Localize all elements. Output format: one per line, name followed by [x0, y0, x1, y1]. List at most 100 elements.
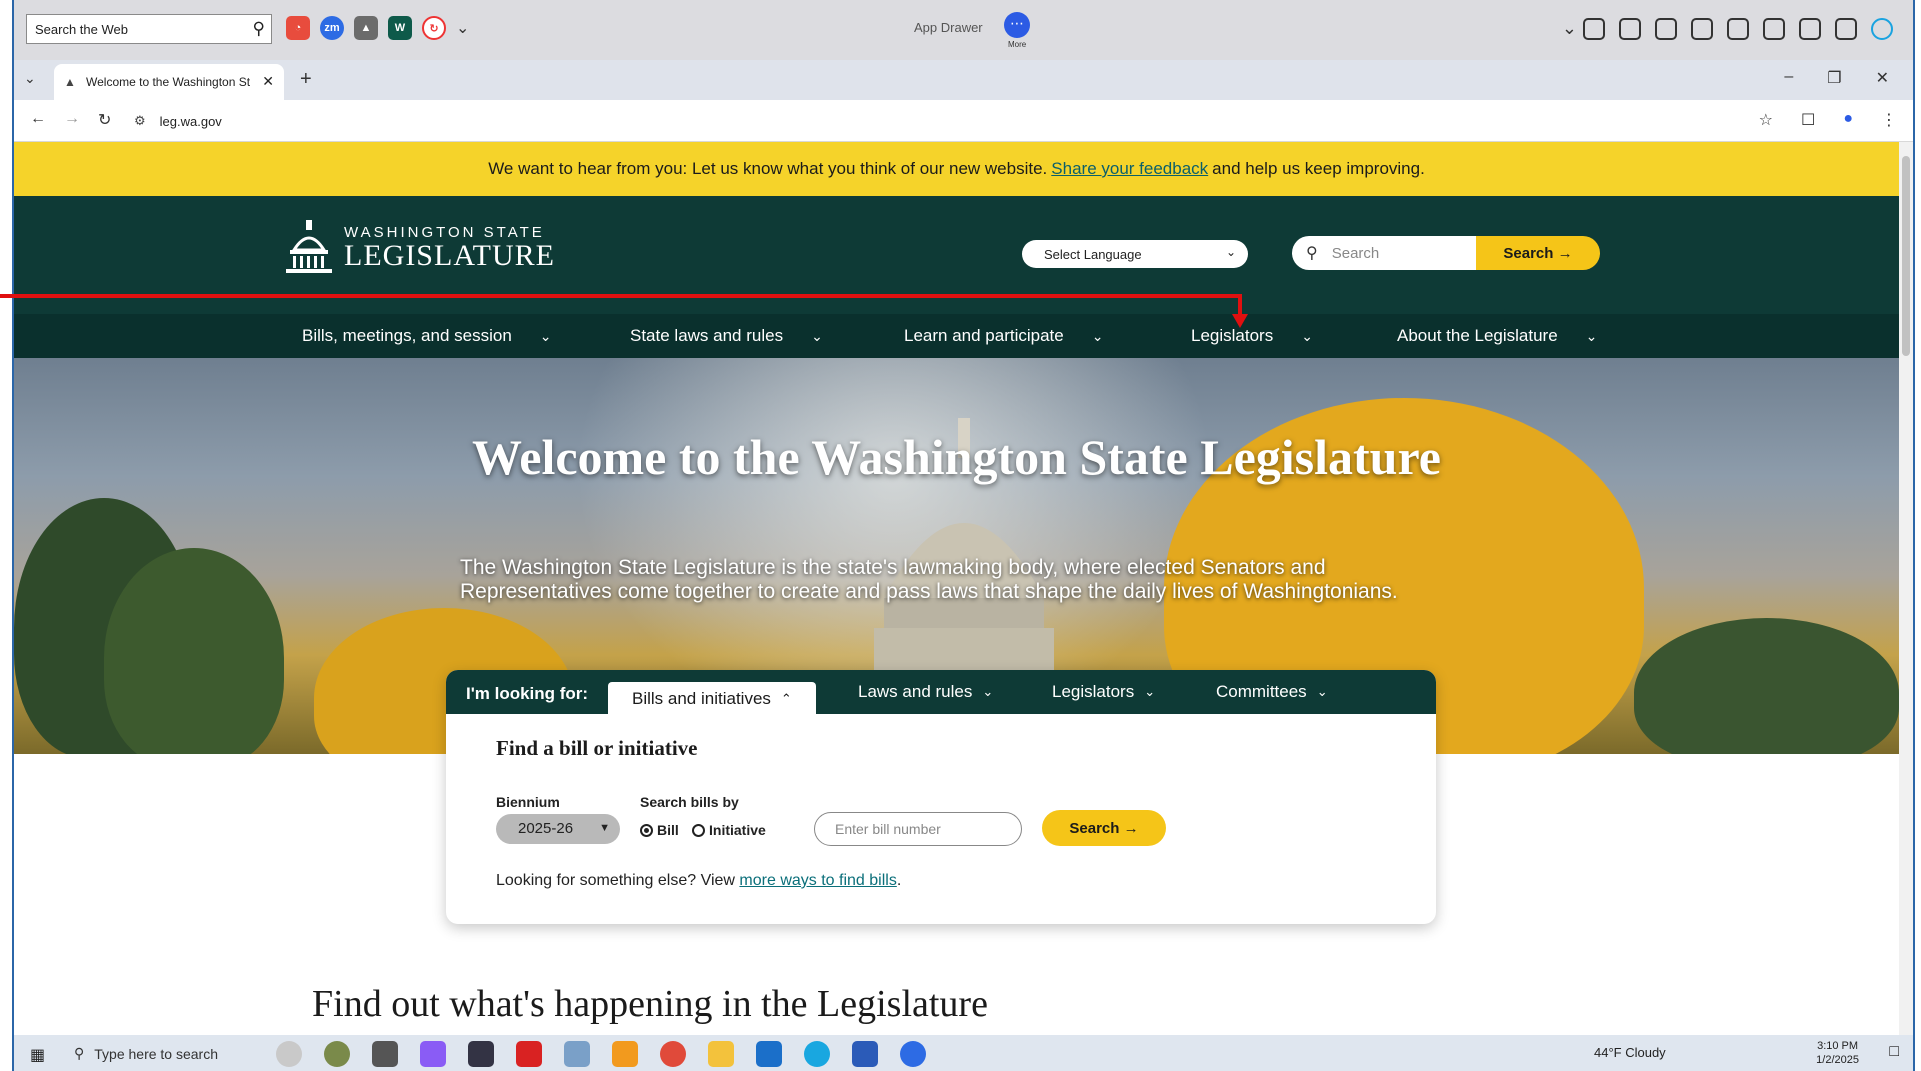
export-icon[interactable] [1691, 18, 1713, 40]
menu-circle-icon[interactable] [1835, 18, 1857, 40]
zoom-icon[interactable] [900, 1041, 926, 1067]
radio-initiative[interactable]: Initiative [692, 822, 766, 838]
nav-item-bills[interactable]: Bills, meetings, and session ⌄ [302, 326, 552, 346]
app-bar: Search the Web ⚲ ◔ zm ▲ W ↻ ⌄ App Drawer… [14, 0, 1913, 60]
weather-widget[interactable]: 44°F Cloudy [1594, 1045, 1666, 1060]
chevron-down-icon: ⌄ [1144, 684, 1156, 699]
word-icon[interactable] [852, 1041, 878, 1067]
nav-item-laws[interactable]: State laws and rules ⌄ [630, 326, 823, 346]
extensions-icon[interactable]: ☐ [1801, 110, 1815, 130]
zoom-app-icon[interactable]: zm [320, 16, 344, 40]
windows-start-icon[interactable]: ▦ [30, 1045, 45, 1065]
chevron-down-icon[interactable]: ⌄ [1562, 18, 1577, 39]
browser-tab[interactable]: ▲ Welcome to the Washington St ✕ [54, 64, 284, 100]
tab-laws-rules[interactable]: Laws and rules ⌄ [858, 682, 993, 702]
biennium-value: 2025-26 [518, 820, 574, 837]
acrobat-icon[interactable] [516, 1041, 542, 1067]
rainbow-app-icon[interactable]: ◔ [286, 16, 310, 40]
refresh-app-icon[interactable]: ↻ [422, 16, 446, 40]
more-ways-link[interactable]: more ways to find bills [739, 872, 896, 889]
radio-bill[interactable]: Bill [640, 822, 679, 838]
site-search-button[interactable]: Search → [1476, 236, 1600, 270]
radio-bill-dot[interactable] [640, 823, 653, 837]
nav-item-label: Legislators [1191, 326, 1274, 345]
outlook-icon[interactable] [756, 1041, 782, 1067]
scrollbar-thumb[interactable] [1902, 156, 1910, 356]
c-app-icon[interactable] [804, 1041, 830, 1067]
profile-icon[interactable]: ● [1843, 110, 1853, 130]
finder-heading: Find a bill or initiative [496, 736, 698, 760]
nav-item-legislators[interactable]: Legislators ⌄ [1191, 326, 1313, 346]
finder-search-button[interactable]: Search → [1042, 810, 1166, 846]
clock[interactable]: 3:10 PM 1/2/2025 [1816, 1039, 1859, 1067]
restore-icon[interactable]: ❐ [1827, 68, 1841, 88]
radio-initiative-dot[interactable] [692, 823, 705, 837]
nav-item-about[interactable]: About the Legislature ⌄ [1397, 326, 1597, 346]
site-search-placeholder: Search [1331, 244, 1380, 262]
reload-icon[interactable]: ↻ [98, 110, 111, 130]
app-drawer-label[interactable]: App Drawer [914, 20, 983, 35]
taskbar-search[interactable]: ⚲ Type here to search [74, 1045, 218, 1062]
forward-icon[interactable]: → [64, 110, 80, 128]
close-window-icon[interactable]: ✕ [1876, 68, 1889, 88]
page-scrollbar[interactable] [1899, 142, 1913, 1035]
period: . [896, 872, 902, 889]
bill-number-input[interactable]: Enter bill number [814, 812, 1022, 846]
logo-line-1: WASHINGTON STATE [344, 223, 545, 241]
chrome-icon[interactable] [660, 1041, 686, 1067]
notification-icon[interactable]: □ [1889, 1043, 1899, 1061]
zoom-in-icon[interactable] [1583, 18, 1605, 40]
taskbar-apps [276, 1041, 926, 1067]
url-field[interactable]: ⚙ leg.wa.gov [134, 106, 1774, 136]
happening-heading: Find out what's happening in the Legisla… [312, 983, 988, 1025]
language-select[interactable]: Select Language ⌄ [1022, 240, 1248, 268]
legislature-logo[interactable]: WASHINGTON STATE LEGISLATURE [284, 220, 555, 274]
chevron-down-icon[interactable]: ⌄ [456, 18, 469, 38]
vlc-icon[interactable] [612, 1041, 638, 1067]
back-icon[interactable]: ← [30, 110, 46, 128]
clock-time: 3:10 PM [1817, 1040, 1859, 1052]
site-search-input[interactable]: ⚲ Search [1292, 236, 1476, 270]
printer-icon[interactable] [1763, 18, 1785, 40]
bookmark-star-icon[interactable]: ☆ [1759, 110, 1773, 130]
tree-app-icon[interactable] [324, 1041, 350, 1067]
new-tab-icon[interactable]: + [300, 68, 312, 91]
trash-icon[interactable] [1727, 18, 1749, 40]
main-navigation: Bills, meetings, and session ⌄ State law… [14, 314, 1899, 358]
nav-item-learn[interactable]: Learn and participate ⌄ [904, 326, 1103, 346]
task-view-icon[interactable] [372, 1041, 398, 1067]
w-app-icon[interactable]: W [388, 16, 412, 40]
close-icon[interactable]: ✕ [262, 73, 274, 90]
biennium-select[interactable]: 2025-26 ▼ [496, 814, 620, 844]
hero-tree-left-2 [104, 548, 284, 754]
app-icon[interactable] [564, 1041, 590, 1067]
file-explorer-icon[interactable] [708, 1041, 734, 1067]
tab-bills-initiatives[interactable]: Bills and initiatives ⌃ [608, 682, 816, 714]
chevron-up-icon: ⌃ [780, 691, 792, 706]
feedback-text: We want to hear from you: Let us know wh… [488, 159, 1048, 178]
site-info-icon[interactable]: ⚙ [134, 113, 146, 129]
minimize-icon[interactable]: – [1784, 68, 1793, 88]
tab-committees[interactable]: Committees ⌄ [1216, 682, 1328, 702]
taskbar-search-placeholder: Type here to search [94, 1045, 219, 1062]
app-icon[interactable] [468, 1041, 494, 1067]
clipboard-icon[interactable] [1619, 18, 1641, 40]
atom-app-icon[interactable] [276, 1041, 302, 1067]
screen-border-left [0, 0, 14, 1071]
chevron-down-icon: ⌄ [1585, 327, 1598, 344]
capitol-app-icon[interactable]: ▲ [354, 16, 378, 40]
copilot-icon[interactable] [420, 1041, 446, 1067]
folder-icon[interactable] [1655, 18, 1677, 40]
kebab-menu-icon[interactable]: ⋮ [1881, 110, 1897, 130]
share-feedback-link[interactable]: Share your feedback [1051, 159, 1208, 179]
tab-list-chevron-icon[interactable]: ⌄ [24, 70, 36, 87]
search-icon[interactable]: ⚲ [253, 19, 265, 39]
language-select-value: Select Language [1044, 246, 1142, 262]
more-icon[interactable]: ⋯ [1004, 12, 1030, 38]
chart-icon[interactable] [1799, 18, 1821, 40]
web-search-input[interactable]: Search the Web ⚲ [26, 14, 272, 44]
tab-legislators[interactable]: Legislators ⌄ [1052, 682, 1155, 702]
chevron-down-icon: ▼ [599, 822, 610, 834]
c-logo-icon[interactable] [1871, 18, 1893, 40]
address-bar-actions: ☆ ☐ ● ⋮ [1759, 110, 1897, 130]
